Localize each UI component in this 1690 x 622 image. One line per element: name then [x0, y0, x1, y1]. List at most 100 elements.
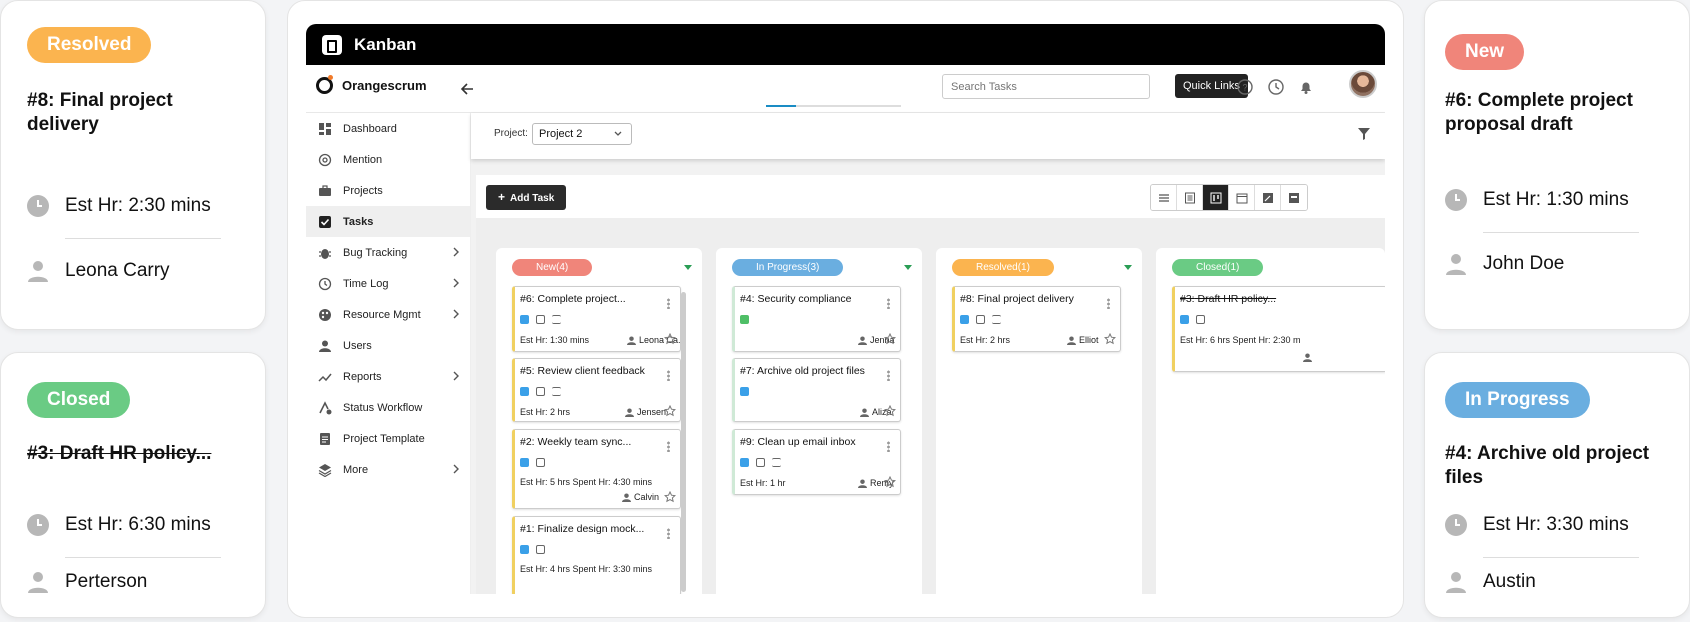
sidebar-item-reports[interactable]: Reports — [306, 361, 470, 392]
more-options-icon[interactable] — [667, 528, 670, 539]
view-switcher — [1150, 184, 1308, 211]
add-task-label: Add Task — [510, 193, 555, 204]
user-icon — [860, 407, 869, 417]
star-icon[interactable] — [1104, 333, 1116, 345]
more-options-icon[interactable] — [887, 370, 890, 381]
sidebar-item-projects[interactable]: Projects — [306, 175, 470, 206]
task-assignee[interactable]: Calvin — [622, 492, 659, 502]
task-card[interactable]: #7: Archive old project files Aliza — [732, 358, 901, 422]
at-icon — [318, 153, 332, 166]
workflow-icon — [319, 400, 332, 414]
task-estimate: Est Hr: 1 hr — [740, 478, 786, 488]
calendar-view-button[interactable] — [1229, 185, 1255, 210]
column-header[interactable]: Closed(1) — [1172, 259, 1264, 276]
help-icon[interactable]: ? — [1236, 78, 1254, 96]
task-card[interactable]: #9: Clean up email inbox Est Hr: 1 hr Re… — [732, 429, 901, 495]
sidebar-item-status-workflow[interactable]: Status Workflow — [306, 392, 470, 423]
task-card[interactable]: #5: Review client feedback Est Hr: 2 hrs… — [512, 358, 681, 422]
chevron-right-icon — [453, 309, 459, 319]
layers-icon — [318, 463, 332, 477]
code-icon — [520, 545, 529, 554]
column-menu-icon[interactable] — [1124, 265, 1132, 270]
calendar-icon — [1196, 315, 1205, 324]
user-icon — [858, 335, 867, 345]
star-icon[interactable] — [884, 333, 896, 345]
edit-view-button[interactable] — [1255, 185, 1281, 210]
kanban-view-button[interactable] — [1203, 185, 1229, 210]
calendar-icon — [536, 315, 545, 324]
task-assignee[interactable]: Leona Ca... — [627, 335, 686, 345]
bell-icon[interactable] — [1297, 78, 1315, 96]
sidebar-item-users[interactable]: Users — [306, 330, 470, 361]
chevron-right-icon — [453, 278, 459, 288]
task-title: #9: Clean up email inbox — [740, 436, 856, 448]
header-tab-indicator — [766, 105, 901, 107]
column-header[interactable]: In Progress(3) — [732, 259, 844, 276]
star-icon[interactable] — [884, 476, 896, 488]
board-view-button[interactable] — [1281, 185, 1307, 210]
more-options-icon[interactable] — [887, 441, 890, 452]
filter-icon[interactable] — [1357, 127, 1371, 141]
estimate-text: Est Hr: 2:30 mins — [65, 195, 211, 216]
sidebar-item-resource-mgmt[interactable]: Resource Mgmt — [306, 299, 470, 330]
task-icons — [520, 387, 568, 396]
palette-icon — [319, 308, 331, 321]
column-header[interactable]: Resolved(1) — [952, 259, 1054, 276]
sidebar-item-label: Tasks — [343, 215, 374, 228]
star-icon[interactable] — [664, 491, 676, 503]
compact-view-button[interactable] — [1177, 185, 1203, 210]
task-estimate: Est Hr: 6 hrs Spent Hr: 2:30 m — [1180, 335, 1301, 345]
sidebar-item-bug-tracking[interactable]: Bug Tracking — [306, 237, 470, 268]
task-card[interactable]: #6: Complete project... Est Hr: 1:30 min… — [512, 286, 686, 352]
more-options-icon[interactable] — [667, 298, 670, 309]
sidebar-item-project-template[interactable]: Project Template — [306, 423, 470, 454]
add-task-button[interactable]: + Add Task — [486, 185, 567, 210]
task-assignee[interactable]: Elliot — [1067, 335, 1099, 345]
list-view-button[interactable] — [1151, 185, 1177, 210]
task-card[interactable]: #2: Weekly team sync... Est Hr: 5 hrs Sp… — [512, 429, 681, 509]
brand-logo[interactable]: Orangescrum — [316, 75, 427, 94]
status-badge: New — [1445, 34, 1525, 70]
column-menu-icon[interactable] — [684, 265, 692, 270]
star-icon[interactable] — [664, 333, 676, 345]
kanban-board: New(4) #6: Complete project... Est Hr: 1… — [476, 218, 1385, 594]
task-card[interactable]: #4: Security compliance Jenna — [732, 286, 901, 352]
more-options-icon[interactable] — [1107, 298, 1110, 309]
star-icon[interactable] — [884, 405, 896, 417]
task-assignee[interactable]: Jensen — [625, 407, 666, 417]
card-title: #6: Complete project proposal draft — [1445, 90, 1633, 135]
sidebar-item-mention[interactable]: Mention — [306, 144, 470, 175]
assignee-row: Leona Carry — [27, 260, 170, 282]
task-title: #5: Review client feedback — [520, 365, 645, 377]
project-select[interactable]: Project 2 — [532, 123, 632, 145]
list-icon — [552, 387, 561, 396]
sidebar-item-more[interactable]: More — [306, 454, 470, 485]
task-card[interactable]: #3: Draft HR policy... Est Hr: 6 hrs Spe… — [1172, 286, 1385, 372]
more-options-icon[interactable] — [667, 441, 670, 452]
calendar-icon — [536, 458, 545, 467]
sidebar-item-time-log[interactable]: Time Log — [306, 268, 470, 299]
sidebar-item-label: Mention — [343, 153, 383, 166]
more-options-icon[interactable] — [887, 298, 890, 309]
sidebar-item-tasks[interactable]: Tasks — [306, 206, 470, 237]
task-icons — [740, 315, 756, 324]
sidebar-item-label: Projects — [343, 184, 383, 197]
task-card[interactable]: #1: Finalize design mock... Est Hr: 4 hr… — [512, 516, 681, 594]
assignee-name: Perterson — [65, 571, 148, 592]
more-options-icon[interactable] — [667, 370, 670, 381]
document-icon — [740, 315, 749, 324]
list-icon — [992, 315, 1001, 324]
kanban-logo-icon — [322, 34, 342, 55]
star-icon[interactable] — [664, 405, 676, 417]
board-scrollbar[interactable] — [681, 292, 686, 592]
brand-name: Orangescrum — [342, 78, 427, 93]
column-header[interactable]: New(4) — [512, 259, 593, 276]
collapse-sidebar-icon[interactable] — [460, 82, 474, 96]
user-avatar[interactable] — [1349, 70, 1377, 98]
column-menu-icon[interactable] — [904, 265, 912, 270]
task-icons — [740, 387, 756, 396]
task-card[interactable]: #8: Final project delivery Est Hr: 2 hrs… — [952, 286, 1121, 352]
search-input[interactable] — [942, 74, 1150, 99]
sidebar-item-dashboard[interactable]: Dashboard — [306, 113, 470, 144]
history-icon[interactable] — [1267, 78, 1285, 96]
